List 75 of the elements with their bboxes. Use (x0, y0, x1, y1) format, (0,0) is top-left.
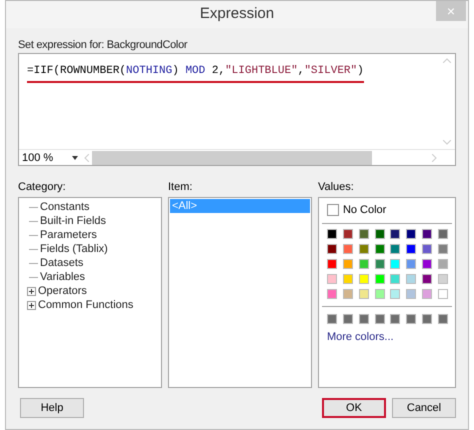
color-swatch[interactable] (342, 259, 353, 269)
color-swatch[interactable] (374, 289, 385, 299)
color-swatch[interactable] (374, 229, 385, 239)
dialog-button[interactable]: Help (20, 398, 84, 418)
values-label: Values: (318, 180, 355, 194)
category-item[interactable]: Variables (40, 270, 86, 284)
color-swatch[interactable] (390, 289, 400, 299)
color-swatch[interactable] (358, 259, 369, 269)
color-swatch[interactable] (374, 314, 385, 324)
color-swatch[interactable] (390, 259, 400, 269)
color-swatch[interactable] (374, 274, 385, 284)
expand-plus-icon[interactable] (27, 300, 36, 310)
color-swatch[interactable] (422, 259, 432, 269)
window-title: Expression (200, 4, 274, 24)
more-colors-link[interactable]: More colors... (322, 330, 452, 344)
color-swatch[interactable] (422, 314, 432, 324)
color-swatch[interactable] (406, 314, 416, 324)
color-swatch[interactable] (342, 244, 353, 254)
category-item[interactable]: Parameters (40, 228, 97, 242)
color-swatch[interactable] (406, 274, 416, 284)
color-swatch[interactable] (406, 289, 416, 299)
color-swatch[interactable] (358, 274, 369, 284)
color-swatch[interactable] (390, 314, 400, 324)
expression-text: =IIF(ROWNUMBER(NOTHING) MOD 2,"LIGHTBLUE","SILVER") (27, 64, 364, 83)
color-swatch[interactable] (438, 289, 448, 299)
category-tree[interactable]: Constants Built-in Fields Parameters Fields (Tablix) Datasets Variables Operators Common Functions (18, 197, 162, 388)
color-swatch[interactable] (390, 244, 400, 254)
no-color-label: No Color (342, 203, 386, 217)
dropdown-caret-icon (72, 156, 78, 160)
category-item[interactable]: Fields (Tablix) (40, 242, 108, 256)
color-swatch[interactable] (438, 244, 448, 254)
color-swatch[interactable] (342, 314, 353, 324)
color-swatch[interactable] (390, 229, 400, 239)
expression-editor[interactable]: =IIF(ROWNUMBER(NOTHING) MOD 2,"LIGHTBLUE","SILVER") 100 % (18, 53, 456, 166)
category-item[interactable]: Constants (40, 200, 90, 214)
color-swatch[interactable] (326, 244, 337, 254)
color-swatch[interactable] (406, 259, 416, 269)
color-swatch[interactable] (374, 259, 385, 269)
color-swatch[interactable] (422, 229, 432, 239)
color-swatch[interactable] (438, 229, 448, 239)
color-swatch[interactable] (374, 244, 385, 254)
color-swatch[interactable] (358, 314, 369, 324)
dialog-button[interactable]: Cancel (392, 398, 456, 418)
item-label: Item: (168, 180, 194, 194)
color-swatch[interactable] (358, 244, 369, 254)
expand-plus-icon[interactable] (27, 286, 36, 296)
category-item[interactable]: Operators (38, 284, 87, 298)
category-item[interactable]: Common Functions (38, 298, 134, 312)
color-swatch[interactable] (358, 229, 369, 239)
dialog-button[interactable]: OK (322, 398, 386, 418)
category-item[interactable]: Datasets (40, 256, 84, 270)
checkbox[interactable] (326, 204, 339, 216)
zoom-dropdown[interactable]: 100 % (19, 150, 81, 166)
expression-label: Set expression for: BackgroundColor (18, 38, 188, 52)
color-swatch[interactable] (342, 289, 353, 299)
category-item[interactable]: Built-in Fields (40, 214, 106, 228)
category-label: Category: (18, 180, 67, 194)
color-swatch[interactable] (342, 229, 353, 239)
color-swatch[interactable] (422, 289, 432, 299)
color-swatch[interactable] (326, 289, 337, 299)
color-swatch[interactable] (326, 259, 337, 269)
color-swatch[interactable] (438, 314, 448, 324)
color-swatch[interactable] (390, 274, 400, 284)
color-swatch[interactable] (358, 289, 369, 299)
color-swatch[interactable] (326, 314, 337, 324)
color-swatch[interactable] (438, 274, 448, 284)
color-swatch[interactable] (326, 274, 337, 284)
color-swatch[interactable] (342, 274, 353, 284)
color-swatch[interactable] (422, 274, 432, 284)
color-swatch[interactable] (422, 244, 432, 254)
scrollbar-thumb[interactable] (92, 150, 372, 164)
color-swatch[interactable] (438, 259, 448, 269)
color-swatch[interactable] (406, 229, 416, 239)
color-swatch[interactable] (406, 244, 416, 254)
color-swatch[interactable] (326, 229, 337, 239)
